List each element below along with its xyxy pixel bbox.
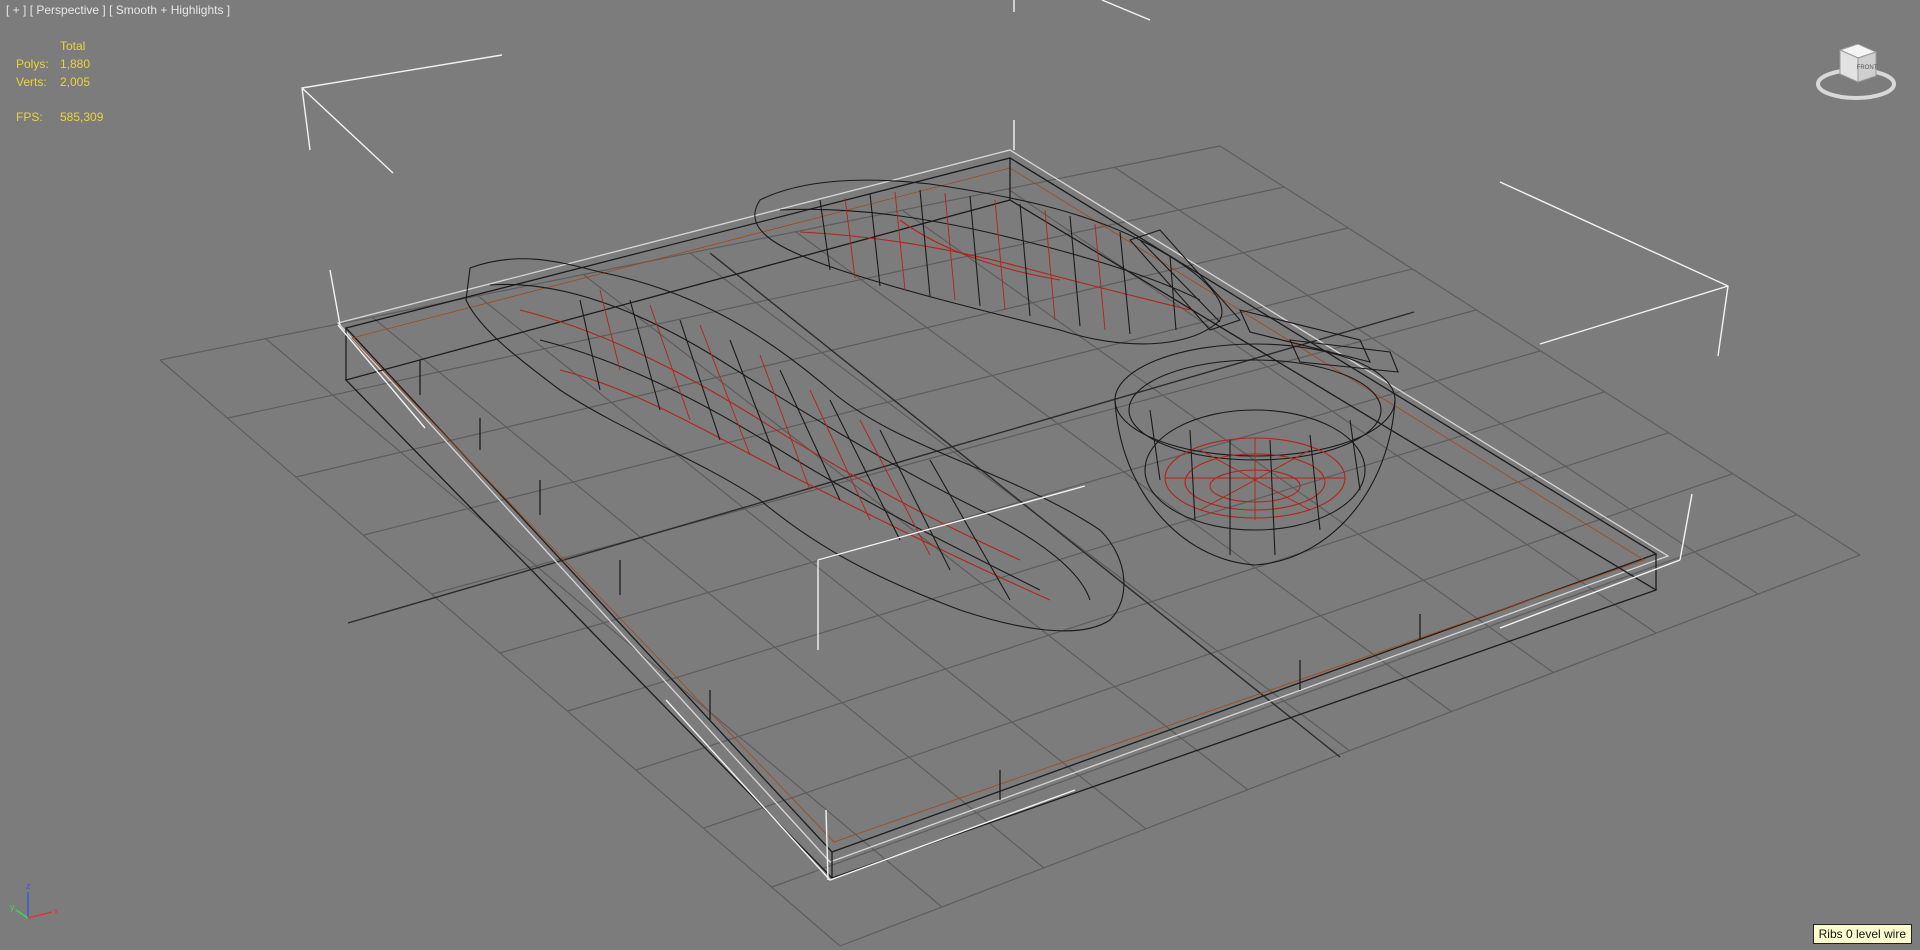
stats-header: Total: [60, 39, 86, 53]
stats-verts-value: 2,005: [60, 75, 91, 89]
home-grid: [159, 145, 1861, 947]
axis-tripod-icon: z x y: [10, 881, 59, 919]
stats-polys-label: Polys:: [16, 57, 49, 71]
stats-polys-value: 1,880: [60, 57, 91, 71]
perspective-viewport[interactable]: [ + ] [ Perspective ] [ Smooth + Highlig…: [0, 0, 1920, 950]
object-status-box: Ribs 0 level wire: [1812, 924, 1912, 944]
axis-x-label: x: [54, 906, 59, 916]
axis-y-label: y: [10, 902, 15, 912]
bowl-wireframe: [1114, 229, 1399, 566]
viewport-point-of-view[interactable]: [ Perspective ]: [30, 3, 106, 17]
viewcube-icon[interactable]: FRONT: [1814, 36, 1898, 104]
viewport-label[interactable]: [ + ] [ Perspective ] [ Smooth + Highlig…: [6, 3, 230, 17]
viewcube-face-label: FRONT: [1857, 65, 1878, 71]
viewport-shading-mode[interactable]: [ Smooth + Highlights ]: [109, 3, 230, 17]
axis-z-label: z: [26, 881, 31, 891]
statistics-overlay: Total Polys: 1,880 Verts: 2,005 FPS: 585…: [16, 37, 120, 126]
selection-brackets: [301, 0, 1729, 881]
stats-fps-value: 585,309: [60, 110, 104, 124]
stats-verts-label: Verts:: [16, 75, 47, 89]
ribs-left-wireframe: [465, 258, 1125, 632]
viewport-menu-plus[interactable]: [ + ]: [6, 3, 26, 17]
viewport-scene[interactable]: [0, 0, 1920, 950]
stats-fps-label: FPS:: [16, 110, 43, 124]
ribs-right-wireframe: [754, 179, 1223, 345]
